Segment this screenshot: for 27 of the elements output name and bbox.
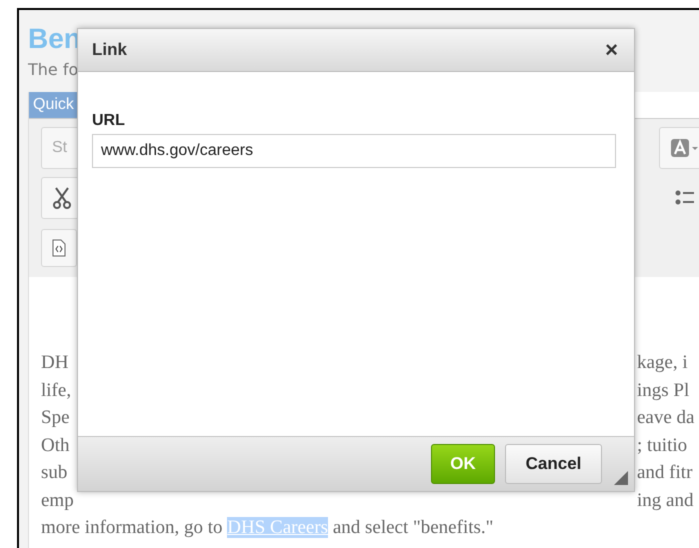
text-fragment: kage, i — [637, 351, 688, 375]
scissors-icon — [52, 187, 72, 209]
text-fragment: DH — [41, 351, 70, 375]
text-fragment: Oth — [41, 434, 70, 458]
source-button[interactable] — [41, 229, 77, 267]
resize-grip-icon[interactable] — [614, 471, 628, 485]
url-label: URL — [92, 112, 126, 130]
text-color-button[interactable] — [659, 127, 699, 169]
cancel-button[interactable]: Cancel — [505, 444, 602, 484]
bullet-list-icon[interactable] — [675, 189, 695, 207]
letter-color-icon — [670, 138, 699, 158]
intro-text: The fo — [28, 59, 78, 81]
code-file-icon — [52, 239, 66, 257]
close-button[interactable]: × — [601, 39, 622, 61]
url-field[interactable]: www.dhs.gov/careers — [92, 134, 616, 168]
text-fragment: Spe — [41, 406, 70, 430]
text-fragment: eave da — [637, 406, 694, 430]
text-fragment: sub — [41, 461, 68, 485]
text-fragment: ing and — [637, 488, 694, 512]
text-fragment: life, — [41, 378, 72, 402]
content-line: more information, go to DHS Careers and select "benefits." — [41, 516, 494, 540]
text-fragment: ings Pl — [637, 378, 690, 402]
dialog-title: Link — [92, 40, 127, 60]
editor-header: Quick — [29, 92, 78, 118]
text-fragment: emp — [41, 488, 75, 512]
text-fragment: and fitr — [637, 461, 692, 485]
text-fragment: ; tuitio — [637, 434, 688, 458]
